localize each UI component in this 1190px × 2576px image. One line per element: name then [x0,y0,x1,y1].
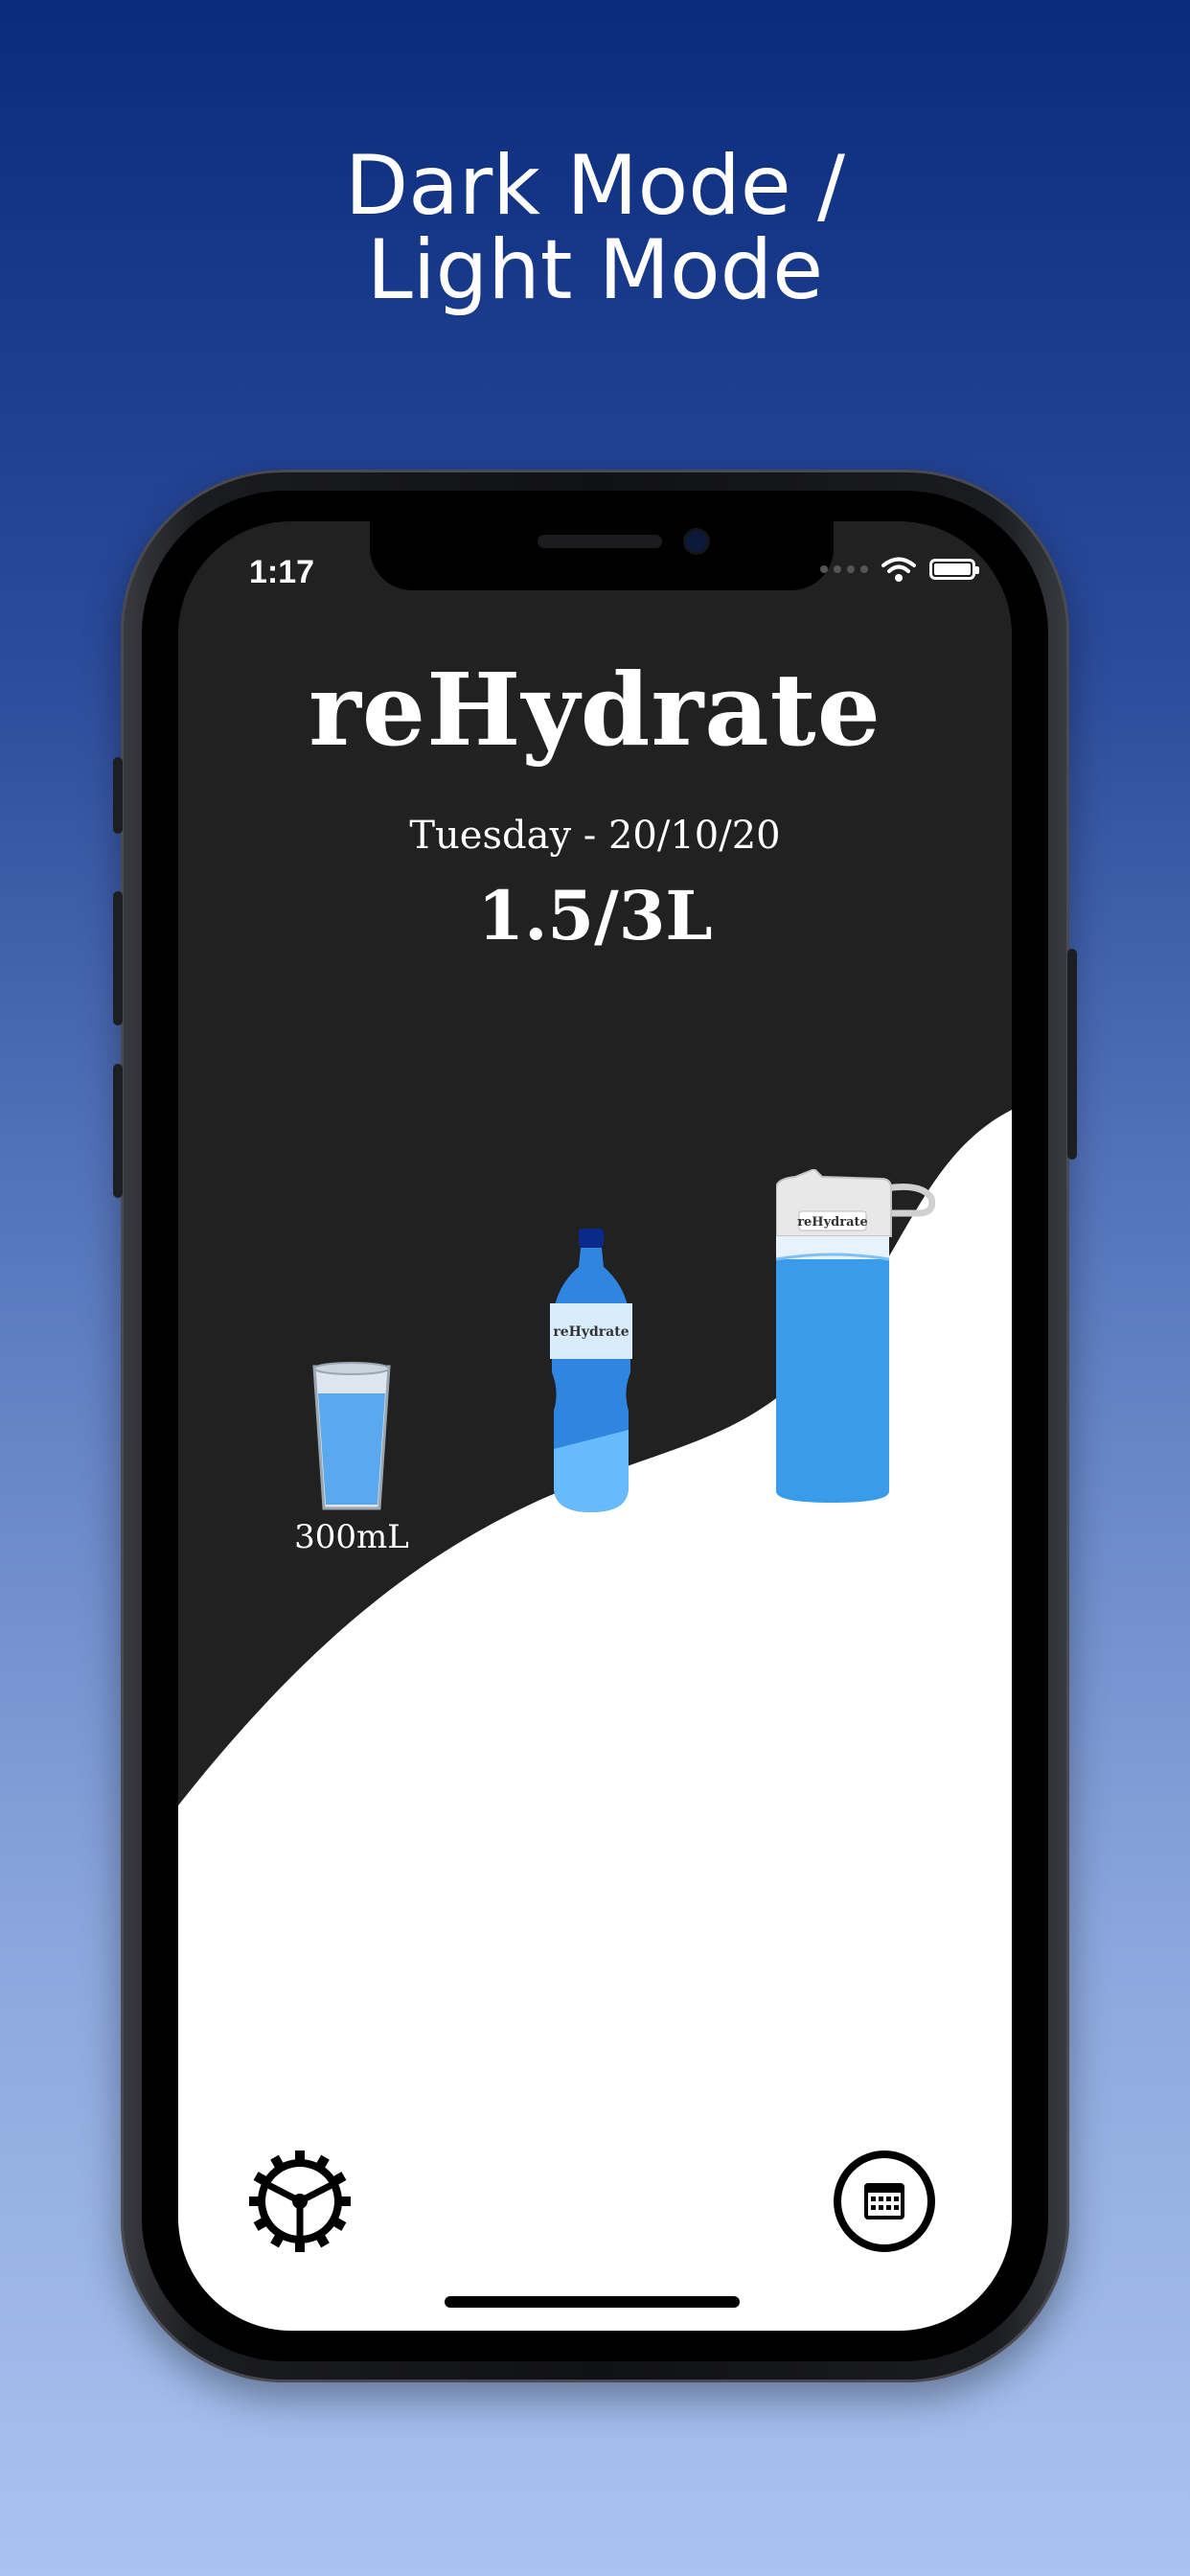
drink-750ml-button[interactable]: reHydrate [775,1167,936,1514]
status-time: 1:17 [249,554,315,590]
settings-button[interactable] [249,2150,351,2252]
gear-icon [249,2150,351,2252]
drink-300ml-label: 300mL [294,1518,409,1556]
app-screen: 1:17 reHydrate Tuesday - 20/10/20 1.5/3L… [178,521,1012,2331]
home-indicator[interactable] [445,2296,740,2308]
power-button [1067,949,1077,1160]
calendar-button[interactable] [834,2150,935,2252]
marketing-headline: Dark Mode / Light Mode [0,144,1190,312]
bottle-label-text: reHydrate [553,1324,629,1340]
drink-500ml-label: 500mL [534,1518,649,1556]
status-icons [820,550,979,588]
drink-500ml-button[interactable]: reHydrate [546,1229,636,1514]
bottle-icon: reHydrate [550,1229,632,1512]
mute-switch [113,757,123,834]
drink-300ml-button[interactable] [312,1361,391,1514]
flask-label-text: reHydrate [797,1215,868,1230]
wifi-icon [881,557,916,582]
headline-line-1: Dark Mode / [344,138,846,234]
speaker-grille [538,535,662,548]
current-date: Tuesday - 20/10/20 [409,814,781,858]
front-camera [686,531,707,552]
phone-frame: 1:17 reHydrate Tuesday - 20/10/20 1.5/3L… [113,470,1077,2382]
drink-750ml-label: 750mL [796,1518,911,1556]
glass-icon [312,1362,391,1510]
flask-icon: reHydrate [775,1167,936,1503]
daily-progress: 1.5/3L [477,876,713,955]
volume-down-button [113,1064,123,1198]
volume-up-button [113,891,123,1025]
signal-dots-icon [820,565,868,573]
headline-line-2: Light Mode [366,222,824,318]
calendar-icon [864,2183,904,2220]
device-notch [370,521,834,590]
app-title: reHydrate [309,651,881,769]
battery-icon [929,559,979,580]
